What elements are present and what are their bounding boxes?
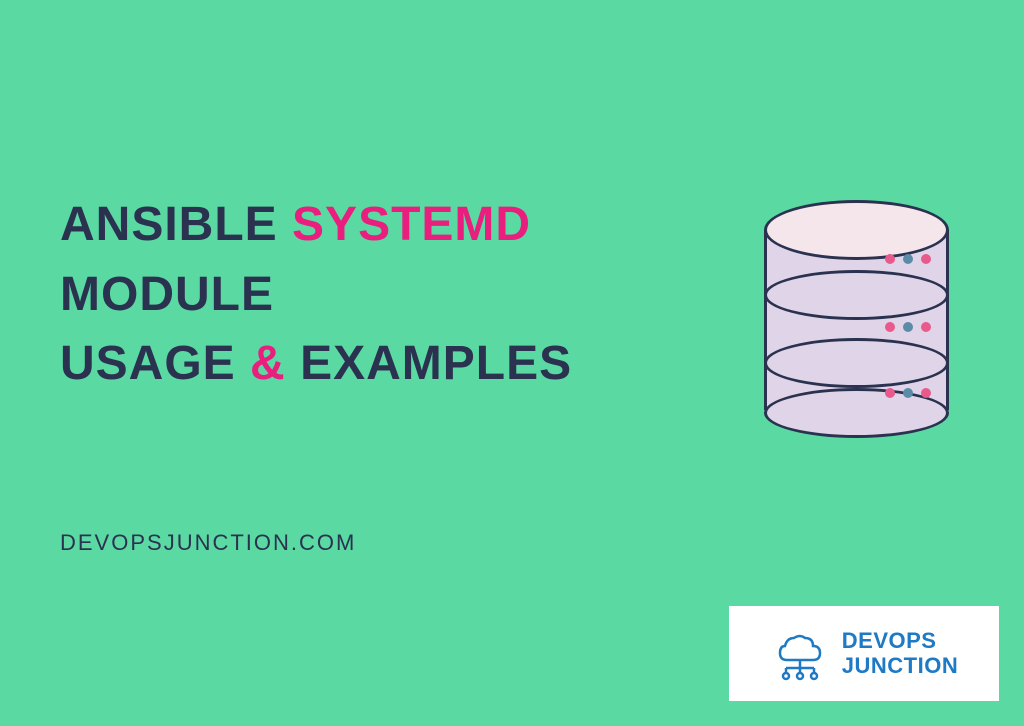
logo-line-2: JUNCTION [842, 654, 958, 678]
website-url: devopsjunction.com [60, 530, 356, 556]
dot-blue [903, 388, 913, 398]
db-indicator-dots [885, 388, 931, 398]
db-top-ellipse [764, 200, 949, 260]
db-indicator-dots [885, 254, 931, 264]
main-title: Ansible Systemd module Usage & Examples [60, 190, 680, 399]
dot-pink [885, 388, 895, 398]
logo-line-1: DEVOPS [842, 629, 958, 653]
dot-blue [903, 254, 913, 264]
dot-pink [885, 322, 895, 332]
title-word-usage: Usage [60, 337, 236, 390]
title-ampersand: & [250, 337, 286, 390]
dot-pink [921, 322, 931, 332]
database-icon [764, 200, 949, 425]
dot-pink [921, 254, 931, 264]
logo-text: DEVOPS JUNCTION [842, 629, 958, 677]
db-divider-ellipse [764, 270, 949, 320]
title-word-module: module [60, 268, 274, 321]
title-line-1: Ansible Systemd [60, 190, 680, 260]
dot-pink [885, 254, 895, 264]
title-word-systemd: Systemd [292, 198, 531, 251]
db-indicator-dots [885, 322, 931, 332]
title-word-ansible: Ansible [60, 198, 278, 251]
brand-logo-box: DEVOPS JUNCTION [729, 606, 999, 701]
dot-pink [921, 388, 931, 398]
db-divider-ellipse [764, 338, 949, 388]
title-line-3: Usage & Examples [60, 329, 680, 399]
cloud-network-icon [770, 626, 830, 681]
title-line-2: module [60, 260, 680, 330]
title-word-examples: Examples [300, 337, 572, 390]
dot-blue [903, 322, 913, 332]
